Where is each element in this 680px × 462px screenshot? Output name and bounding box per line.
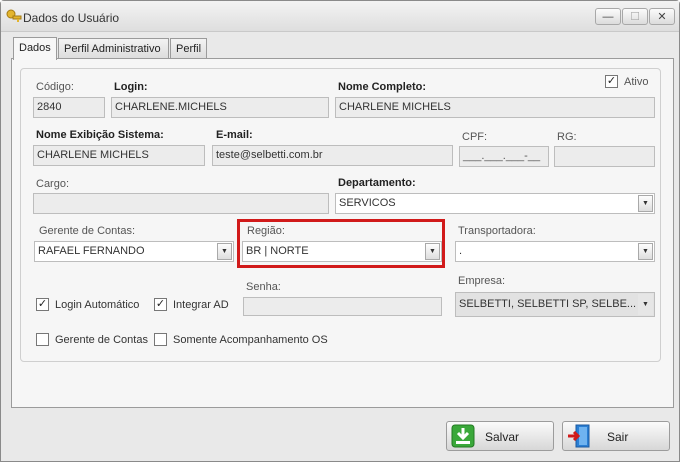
close-icon: ✕ [657,11,667,23]
chevron-down-icon[interactable]: ▼ [638,243,653,260]
download-icon [451,424,475,448]
tab-dados[interactable]: Dados [13,37,57,60]
minimize-icon: — [602,10,614,23]
codigo-field[interactable]: 2840 [33,97,105,118]
transportadora-value: . [459,245,463,257]
minimize-button[interactable]: — [595,8,621,25]
departamento-label: Departamento: [338,177,416,189]
integrar-ad-checkbox[interactable]: ✓ [154,298,167,311]
login-field[interactable]: CHARLENE.MICHELS [111,97,329,118]
empresa-combo[interactable]: SELBETTI, SELBETTI SP, SELBE... ▼ [455,292,655,317]
ativo-label: Ativo [624,76,649,88]
close-button[interactable]: ✕ [649,8,675,25]
window-title: Dados do Usuário [23,11,120,25]
gerente-label: Gerente de Contas: [39,225,136,237]
exit-door-icon [568,424,590,448]
departamento-value: SERVICOS [339,197,396,209]
integrar-ad-label: Integrar AD [173,299,229,311]
sair-button[interactable]: Sair [562,421,670,451]
maximize-icon: ☐ [630,11,640,23]
nome-exibicao-label: Nome Exibição Sistema: [36,129,164,141]
tab-perfil[interactable]: Perfil [170,38,207,59]
sair-label: Sair [607,430,629,444]
gerente-combo[interactable]: RAFAEL FERNANDO ▼ [34,241,234,262]
maximize-button[interactable]: ☐ [622,8,648,25]
login-automatico-label: Login Automático [55,299,140,311]
nome-completo-field[interactable]: CHARLENE MICHELS [335,97,655,118]
chevron-down-icon[interactable]: ▼ [217,243,232,260]
salvar-button[interactable]: Salvar [446,421,554,451]
user-data-window: Dados do Usuário — ☐ ✕ Dados Perfil Admi… [0,0,680,462]
cpf-label: CPF: [462,131,488,143]
cargo-label: Cargo: [36,178,70,190]
login-label: Login: [114,81,148,93]
somente-acompanhamento-os-checkbox[interactable] [154,333,167,346]
email-label: E-mail: [216,129,253,141]
login-automatico-checkbox[interactable]: ✓ [36,298,49,311]
empresa-label: Empresa: [458,275,506,287]
gerente-contas-checkbox[interactable] [36,333,49,346]
somente-acompanhamento-os-label: Somente Acompanhamento OS [173,334,328,346]
gerente-contas-label: Gerente de Contas [55,334,148,346]
cpf-field[interactable]: ___.___.___-__ [459,146,549,167]
transportadora-label: Transportadora: [458,225,536,237]
senha-label: Senha: [246,281,281,293]
nome-completo-label: Nome Completo: [338,81,426,93]
departamento-combo[interactable]: SERVICOS ▼ [335,193,655,214]
ativo-checkbox[interactable]: ✓ [605,75,618,88]
chevron-down-icon[interactable]: ▼ [638,294,653,315]
nome-exibicao-field[interactable]: CHARLENE MICHELS [33,145,205,166]
senha-field[interactable] [243,297,442,316]
cargo-field[interactable] [33,193,329,214]
tab-label: Perfil [176,43,202,55]
tab-label: Dados [19,42,51,54]
codigo-label: Código: [36,81,74,93]
rg-label: RG: [557,131,577,143]
tab-perfil-administrativo[interactable]: Perfil Administrativo [58,38,169,59]
chevron-down-icon[interactable]: ▼ [638,195,653,212]
salvar-label: Salvar [485,430,520,444]
regiao-highlight-box [237,219,445,268]
email-field[interactable]: teste@selbetti.com.br [212,145,453,166]
rg-field[interactable] [554,146,655,167]
tab-label: Perfil Administrativo [64,43,161,55]
gerente-value: RAFAEL FERNANDO [38,245,145,257]
title-bar[interactable]: Dados do Usuário — ☐ ✕ [1,1,679,32]
transportadora-combo[interactable]: . ▼ [455,241,655,262]
empresa-value: SELBETTI, SELBETTI SP, SELBE... [459,298,637,310]
app-key-icon [6,9,22,22]
